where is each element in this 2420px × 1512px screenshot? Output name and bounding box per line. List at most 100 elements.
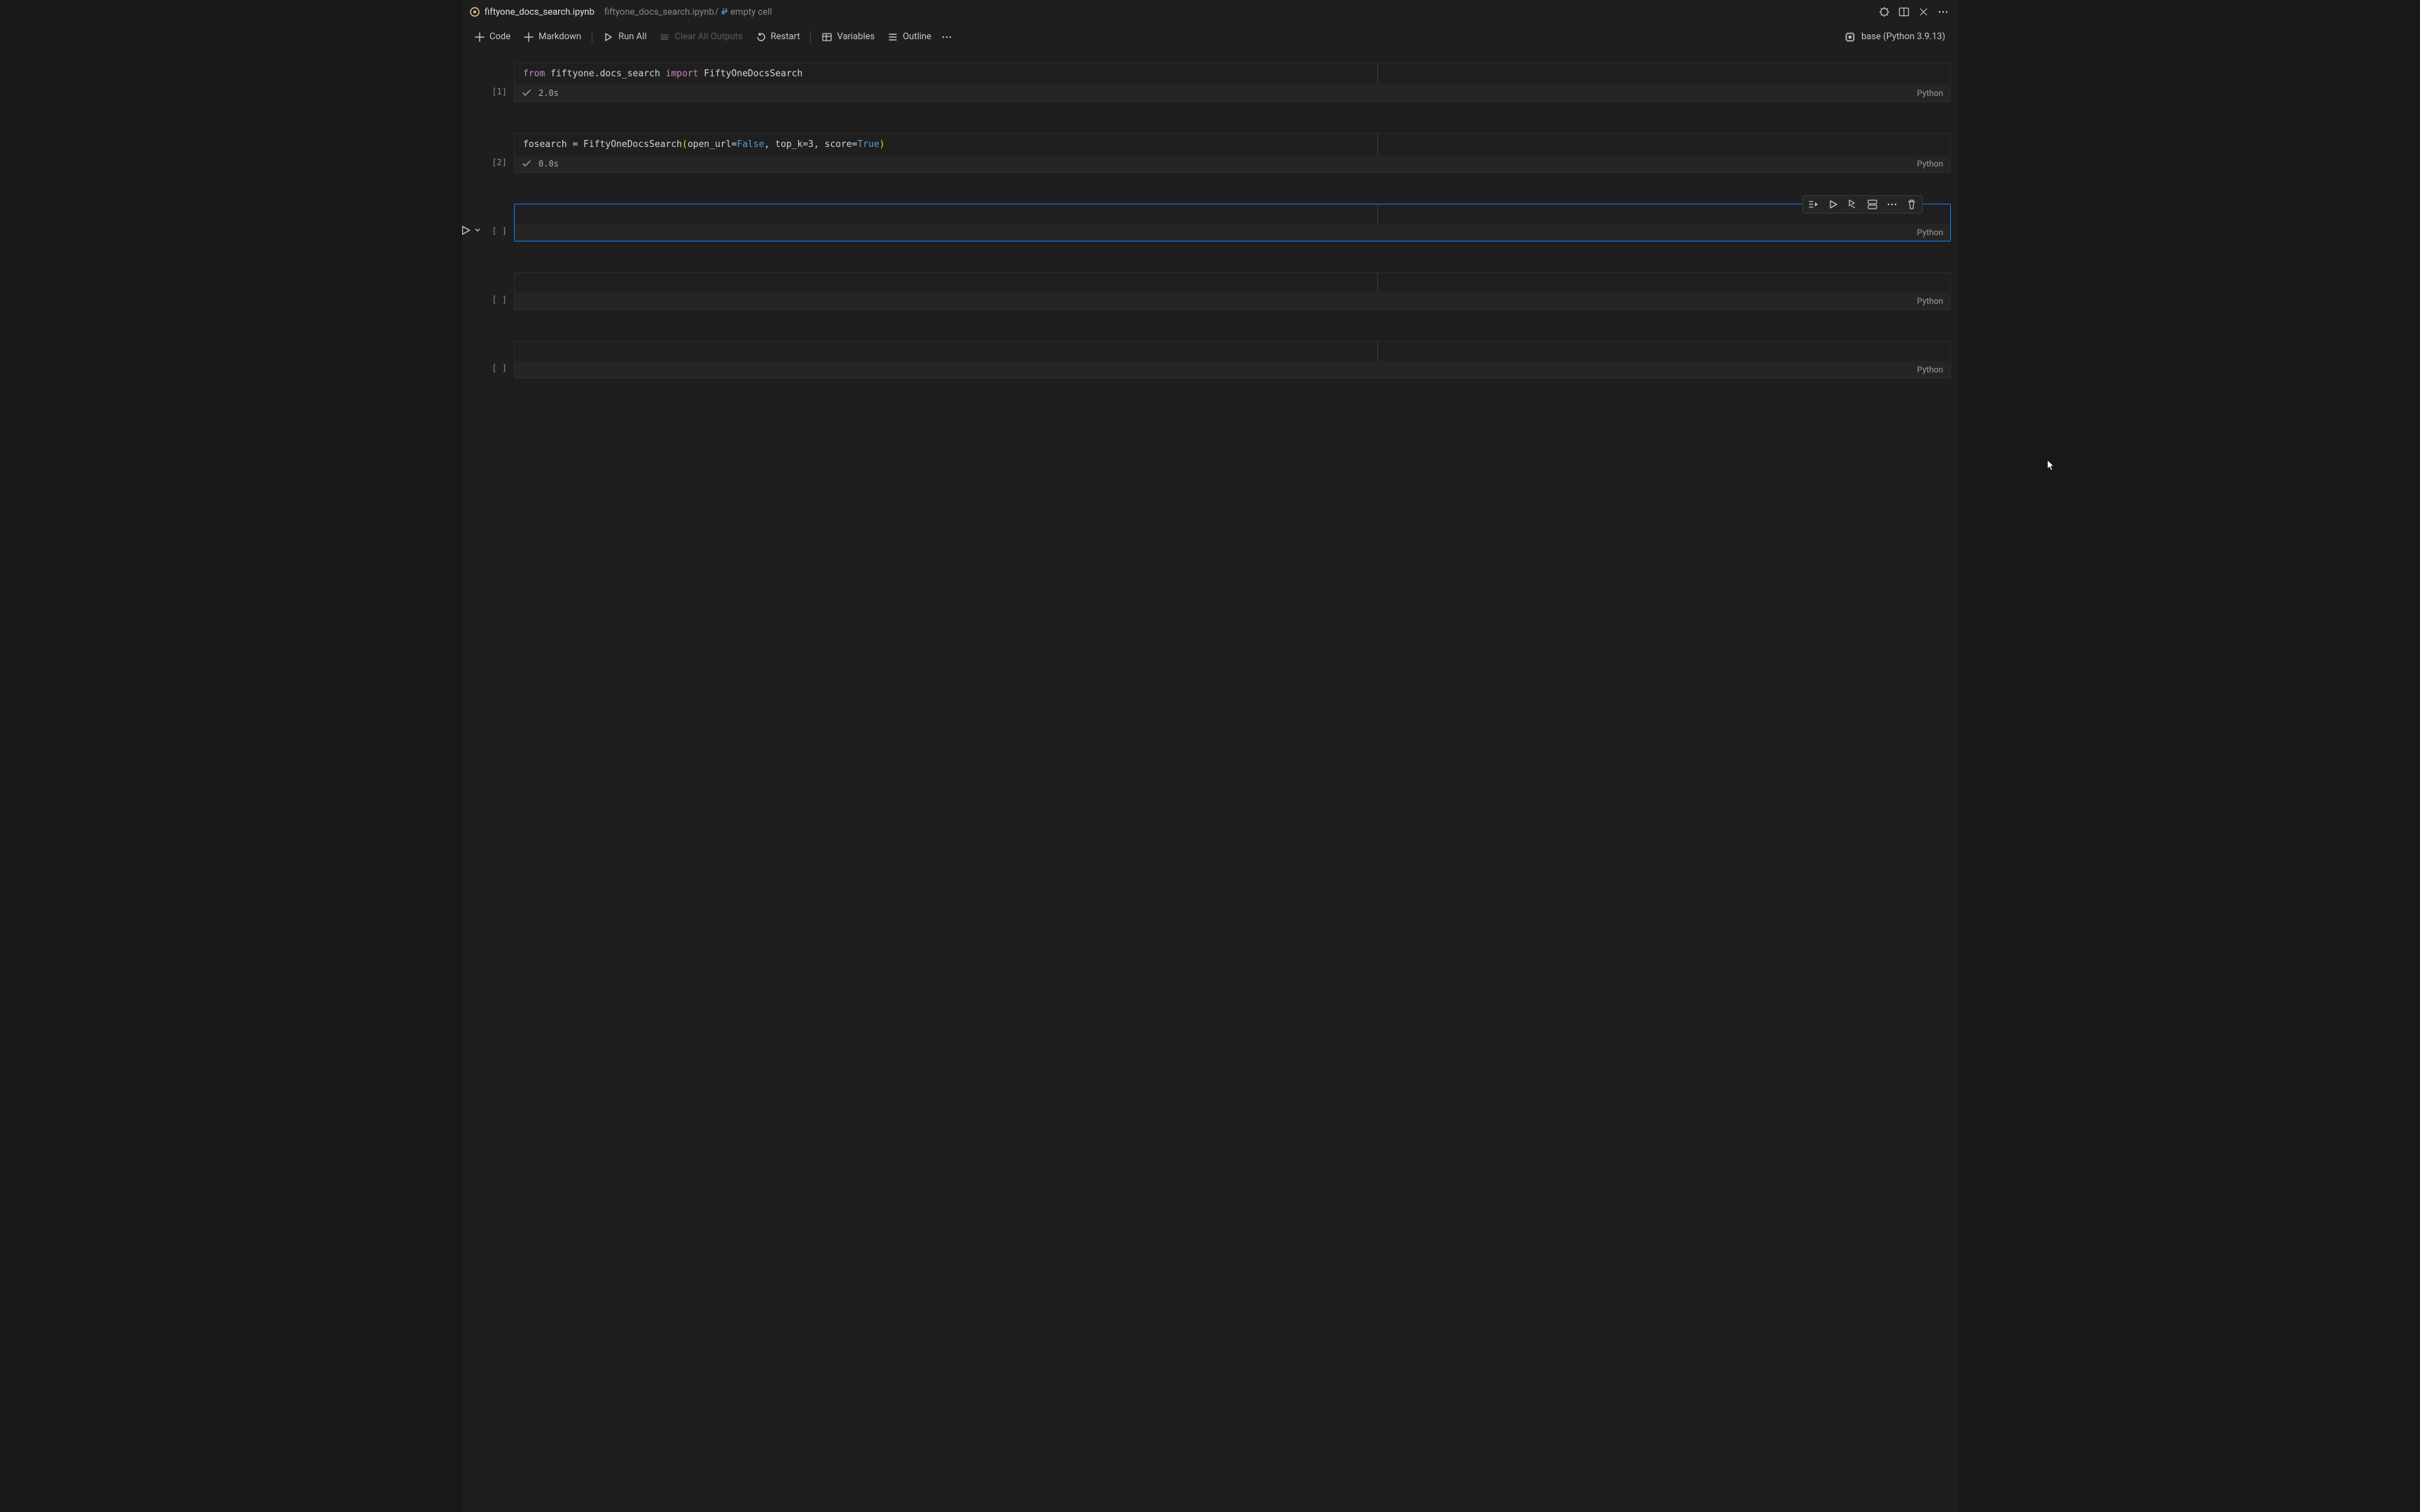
code-token: False [737,139,764,150]
cell-gutter: [1] [469,62,514,102]
cell-more-actions-icon[interactable] [1882,197,1902,212]
cell-gutter: [ ] [469,204,514,241]
editor-ruler [1377,134,1378,155]
more-actions-icon[interactable] [1935,4,1951,20]
cell-body[interactable]: Python [514,272,1951,310]
editor-ruler [1377,63,1378,85]
code-token: ) [879,139,885,150]
close-editor-icon[interactable] [1916,4,1931,20]
cell-language-label[interactable]: Python [1917,88,1943,98]
code-token: fosearch = FiftyOneDocsSearch [523,139,682,150]
execution-count: [ ] [492,363,507,373]
split-editor-icon[interactable] [1896,4,1912,20]
code-token: import [666,69,699,79]
cell-language-label[interactable]: Python [1917,159,1943,169]
cell-run-controls[interactable] [462,224,482,237]
breadcrumb-cell[interactable]: empty cell [730,7,772,18]
clear-outputs-label: Clear All Outputs [674,31,742,42]
code-cell[interactable]: [1] from fiftyone.docs_search import Fift… [469,62,1951,102]
execute-cells-below-icon[interactable] [1843,197,1863,212]
outline-label: Outline [903,31,931,42]
variables-label: Variables [837,31,875,42]
customize-layout-icon[interactable] [1877,4,1892,20]
cell-body[interactable]: Python [514,341,1951,379]
run-all-button[interactable]: Run All [598,29,651,45]
run-by-line-icon[interactable] [1804,197,1823,212]
cell-status-row: Python [515,224,1950,241]
run-options-chevron-icon[interactable] [473,226,482,234]
code-token: from [523,69,545,79]
python-cell-icon [720,7,730,17]
notebook-panel: fiftyone_docs_search.ipynb fiftyone_docs… [462,0,1958,1512]
cell-gutter: [ ] [469,272,514,310]
cell-language-label[interactable]: Python [1917,296,1943,306]
add-markdown-label: Markdown [538,31,581,42]
execution-count: [ ] [492,226,507,236]
kernel-picker-button[interactable]: base (Python 3.9.13) [1839,29,1951,45]
variables-icon [821,31,833,43]
outline-icon [887,31,898,43]
code-cell[interactable]: [ ] Python [469,341,1951,379]
kernel-label: base (Python 3.9.13) [1861,31,1945,42]
cell-body[interactable]: from fiftyone.docs_search import FiftyOn… [514,62,1951,102]
editor-ruler [1377,342,1378,361]
breadcrumb[interactable]: fiftyone_docs_search.ipynb/empty cell [604,7,772,18]
notebook-toolbar: Code Markdown Run All Clear All Outputs … [462,24,1958,50]
breadcrumb-file[interactable]: fiftyone_docs_search.ipynb [604,7,714,18]
code-cell[interactable]: [2] fosearch = FiftyOneDocsSearch(open_ur… [469,133,1951,173]
variables-button[interactable]: Variables [816,29,879,45]
code-input[interactable] [515,342,1950,361]
cell-status-row: Python [515,293,1950,309]
execution-count: [ ] [492,295,507,304]
editor-title-bar: fiftyone_docs_search.ipynb fiftyone_docs… [462,0,1958,24]
code-input[interactable] [515,273,1950,293]
add-code-label: Code [489,31,510,42]
code-cell[interactable]: [ ] Python [469,272,1951,310]
run-cell-icon[interactable] [462,224,472,237]
cells-container: [1] from fiftyone.docs_search import Fift… [462,50,1958,1512]
plus-icon [523,31,534,43]
code-token: , top_k=3, score= [764,139,857,150]
restart-button[interactable]: Restart [751,29,805,45]
plus-icon [474,31,485,43]
editor-ruler [1377,273,1378,293]
add-code-cell-button[interactable]: Code [469,29,515,45]
code-input[interactable]: fosearch = FiftyOneDocsSearch(open_url=F… [515,134,1950,155]
outline-button[interactable]: Outline [882,29,936,45]
cell-gutter: [ ] [469,341,514,379]
toolbar-more-icon[interactable] [939,29,954,45]
split-cell-icon[interactable] [1863,197,1882,212]
cell-language-label[interactable]: Python [1917,365,1943,374]
execution-count: [1] [492,87,507,97]
code-token: FiftyOneDocsSearch [698,69,802,79]
restart-label: Restart [771,31,800,42]
cell-body[interactable]: Python [514,204,1951,241]
code-cell[interactable]: [ ] Python [469,204,1951,241]
cell-status-row: Python [515,361,1950,378]
cell-language-label[interactable]: Python [1917,227,1943,237]
success-check-icon [522,159,531,169]
code-input[interactable] [515,204,1950,224]
run-all-icon [603,31,614,43]
add-markdown-cell-button[interactable]: Markdown [518,29,586,45]
code-token: True [857,139,879,150]
notebook-file-icon [469,6,480,18]
execution-time: 2.0s [538,88,559,98]
cell-toolbar [1802,195,1923,214]
execute-cell-icon[interactable] [1823,197,1843,212]
code-token: open_url= [688,139,737,150]
code-token: fiftyone.docs_search [545,69,665,79]
restart-icon [756,31,767,43]
run-all-label: Run All [618,31,646,42]
code-input[interactable]: from fiftyone.docs_search import FiftyOn… [515,63,1950,85]
editor-filename: fiftyone_docs_search.ipynb [485,7,594,18]
clear-outputs-icon [659,31,670,43]
cell-status-row: 2.0s Python [515,85,1950,102]
execution-count: [2] [492,158,507,167]
cell-status-row: 0.0sPython [515,155,1950,172]
clear-outputs-button[interactable]: Clear All Outputs [654,29,747,45]
cell-body[interactable]: fosearch = FiftyOneDocsSearch(open_url=F… [514,133,1951,173]
delete-cell-icon[interactable] [1902,197,1921,212]
kernel-icon [1844,31,1856,43]
cell-gutter: [2] [469,133,514,173]
